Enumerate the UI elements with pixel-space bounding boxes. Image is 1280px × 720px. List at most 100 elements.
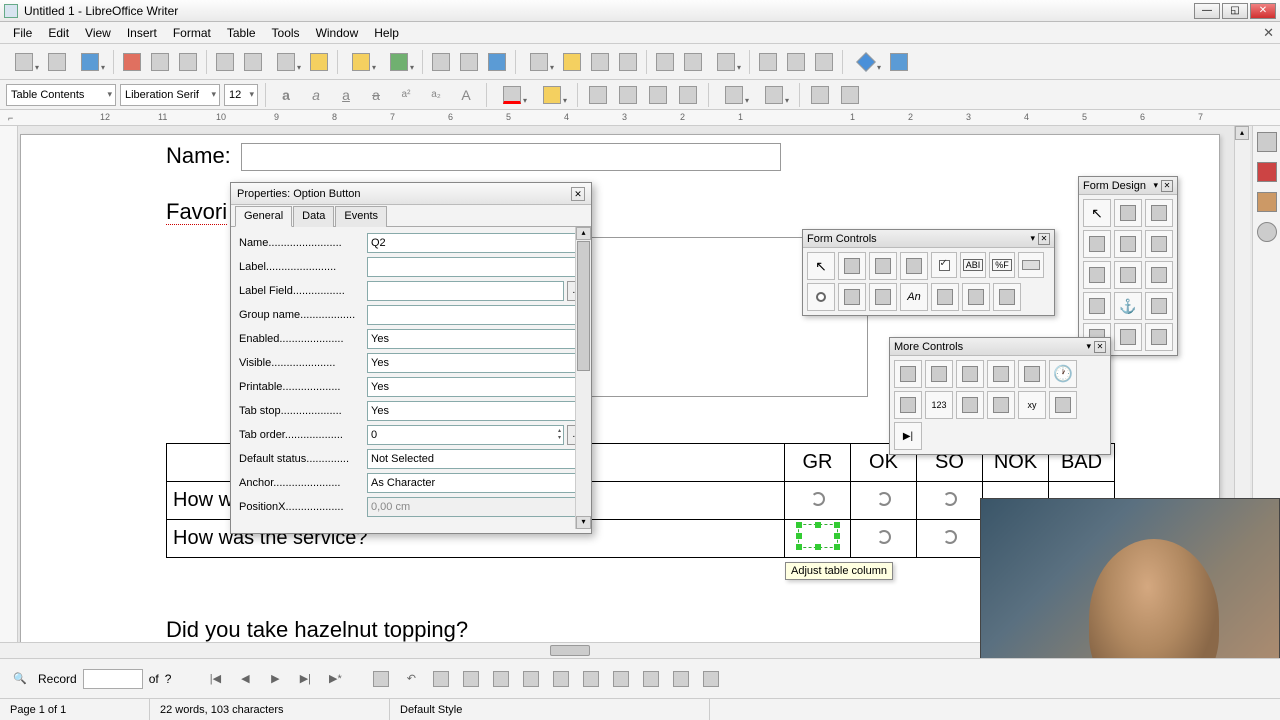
mc-currency-icon[interactable] [956,391,984,419]
name-text-field[interactable] [241,143,781,171]
form-controls-title[interactable]: Form Controls [807,233,877,245]
sidebar-styles-icon[interactable] [1257,162,1277,182]
special-char-button[interactable] [708,49,744,75]
page-break-button[interactable] [652,49,678,75]
prop-input-default-status[interactable]: Not Selected [367,449,587,469]
tab-general[interactable]: General [235,206,292,227]
field-button[interactable] [680,49,706,75]
fd-grid-icon[interactable] [1145,292,1173,320]
nav-prev-icon[interactable]: ◀ [233,667,257,691]
mc-pattern-icon[interactable] [987,391,1015,419]
nav-delete-icon[interactable] [429,667,453,691]
font-size-combo[interactable]: 12 [224,84,258,106]
nav-new-icon[interactable]: ▶* [323,667,347,691]
undo-button[interactable] [343,49,379,75]
nav-filter-icon[interactable] [609,667,633,691]
copy-button[interactable] [240,49,266,75]
fc-design-mode-icon[interactable] [838,252,866,280]
fc-control-icon[interactable] [869,252,897,280]
more-controls-title[interactable]: More Controls [894,341,963,353]
nav-data-source-icon[interactable] [699,667,723,691]
menu-view[interactable]: View [78,24,118,42]
menu-help[interactable]: Help [367,24,406,42]
sidebar-navigator-icon[interactable] [1257,222,1277,242]
fc-option-button-icon[interactable] [807,283,835,311]
fd-add-field-icon[interactable] [1145,230,1173,258]
print-preview-button[interactable] [175,49,201,75]
fc-textbox-icon[interactable]: ABI [960,252,986,278]
prop-input-tab-stop[interactable]: Yes [367,401,587,421]
mc-date-icon[interactable] [1018,360,1046,388]
close-button[interactable]: ✕ [1250,3,1276,19]
nav-undo-icon[interactable]: ↶ [399,667,423,691]
menu-tools[interactable]: Tools [265,24,307,42]
new-button[interactable] [6,49,42,75]
fc-checkbox-icon[interactable] [931,252,957,278]
fd-navigator-icon[interactable] [1114,230,1142,258]
header-button[interactable] [755,49,781,75]
mc-table-control-icon[interactable] [1049,391,1077,419]
radio-q1-so[interactable] [917,482,983,520]
nav-next-icon[interactable]: ▶ [263,667,287,691]
align-right-button[interactable] [645,82,671,108]
paragraph-style-combo[interactable]: Table Contents [6,84,116,106]
chart-button[interactable] [587,49,613,75]
fd-control-icon[interactable] [1145,199,1173,227]
fd-group-icon[interactable] [1145,323,1173,351]
nonprinting-button[interactable] [484,49,510,75]
image-button[interactable] [559,49,585,75]
prop-input-tab-order[interactable]: 0 [367,425,564,445]
nav-sort-desc-icon[interactable] [549,667,573,691]
nav-sort-icon[interactable] [489,667,513,691]
prop-input-name[interactable]: Q2 [367,233,587,253]
find-replace-button[interactable] [456,49,482,75]
bullets-button[interactable] [716,82,752,108]
shapes-button[interactable] [848,49,884,75]
redo-button[interactable] [381,49,417,75]
decrease-indent-button[interactable] [837,82,863,108]
fd-tab-order-icon[interactable] [1114,261,1142,289]
table-button[interactable] [521,49,557,75]
fc-form-icon[interactable] [900,252,928,280]
fd-form-icon[interactable] [1083,230,1111,258]
vertical-ruler[interactable] [0,126,18,642]
menu-insert[interactable]: Insert [120,24,164,42]
nav-autofilter-icon[interactable] [579,667,603,691]
subscript-button[interactable]: a₂ [423,82,449,108]
radio-q1-gr[interactable] [785,482,851,520]
fc-combobox-icon[interactable] [869,283,897,311]
fc-formatted-icon[interactable]: %F [989,252,1015,278]
textbox-button[interactable] [615,49,641,75]
menu-file[interactable]: File [6,24,39,42]
nav-refresh-icon[interactable] [459,667,483,691]
fc-more-controls-icon[interactable] [931,283,959,311]
prop-input-enabled[interactable]: Yes [367,329,587,349]
radio-q2-ok[interactable] [851,520,917,558]
status-style[interactable]: Default Style [390,699,710,720]
save-button[interactable] [72,49,108,75]
comment-button[interactable] [811,49,837,75]
nav-filter-form-icon[interactable] [639,667,663,691]
mc-nav-bar-icon[interactable]: ▶| [894,422,922,450]
form-design-close[interactable]: ✕ [1161,180,1173,192]
radio-q1-ok[interactable] [851,482,917,520]
prop-input-label-field[interactable] [367,281,564,301]
clear-format-button[interactable]: A [453,82,479,108]
nav-remove-filter-icon[interactable] [669,667,693,691]
nav-record-field[interactable] [83,669,143,689]
radio-q2-so[interactable] [917,520,983,558]
print-button[interactable] [147,49,173,75]
sidebar-properties-icon[interactable] [1257,132,1277,152]
fc-pushbutton-icon[interactable] [1018,252,1044,278]
prop-input-visible[interactable]: Yes [367,353,587,373]
strikethrough-button[interactable]: a [363,82,389,108]
sidebar-gallery-icon[interactable] [1257,192,1277,212]
mc-group-box-icon[interactable]: xy [1018,391,1046,419]
fc-form-design-icon[interactable] [993,283,1021,311]
fd-anchor-icon[interactable]: ⚓ [1114,292,1142,320]
underline-button[interactable]: a [333,82,359,108]
maximize-button[interactable]: ◱ [1222,3,1248,19]
fd-select-icon[interactable]: ↖ [1083,199,1111,227]
prop-input-printable[interactable]: Yes [367,377,587,397]
numbering-button[interactable] [756,82,792,108]
